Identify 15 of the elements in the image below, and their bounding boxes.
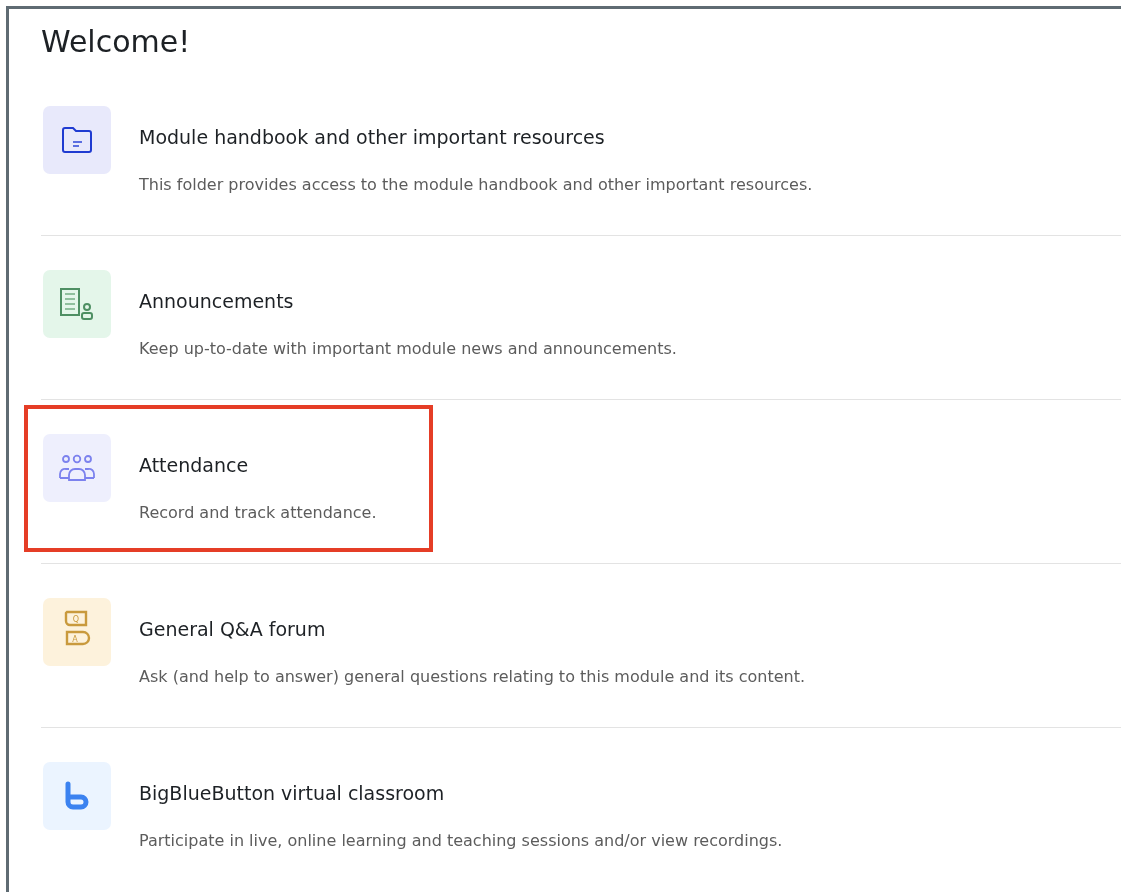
page-heading: Welcome!	[41, 25, 192, 59]
document-person-icon	[59, 287, 95, 321]
activity-description: Participate in live, online learning and teaching sessions and/or view recordings.	[139, 830, 783, 852]
b-logo-icon	[64, 781, 90, 811]
activity-title-link[interactable]: Attendance	[139, 451, 249, 479]
activity-title-link[interactable]: Module handbook and other important resources	[139, 123, 605, 151]
activity-description: Ask (and help to answer) general questions relating to this module and its content.	[139, 666, 805, 688]
activity-title-link[interactable]: General Q&A forum	[139, 615, 326, 643]
activity-description: Record and track attendance.	[139, 502, 377, 524]
activity-description: Keep up-to-date with important module news and announcements.	[139, 338, 677, 360]
folder-icon	[61, 126, 93, 154]
activity-title-link[interactable]: Announcements	[139, 287, 294, 315]
activity-title-link[interactable]: BigBlueButton virtual classroom	[139, 779, 445, 807]
activity-description: This folder provides access to the module handbook and other important resources.	[139, 174, 813, 196]
group-icon	[58, 454, 96, 482]
